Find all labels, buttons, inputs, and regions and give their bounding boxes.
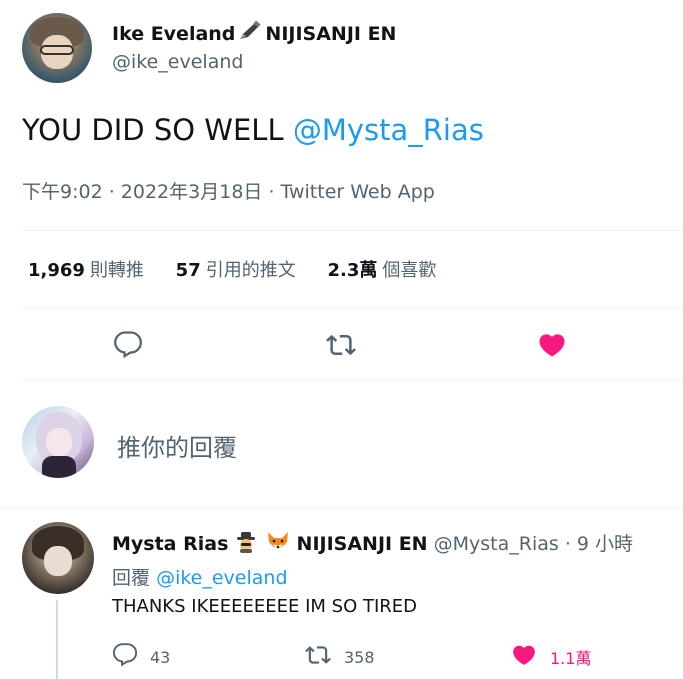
author-name[interactable]: Ike Eveland NIJISANJI EN <box>112 20 396 47</box>
user-avatar[interactable] <box>22 406 94 478</box>
quote-count-value: 57 <box>175 260 201 281</box>
divider <box>22 308 683 309</box>
quote-count[interactable]: 57 引用的推文 <box>176 260 296 281</box>
reply-text: THANKS IKEEEEEEEE IM SO TIRED <box>112 596 417 617</box>
reply-like-count: 1.1萬 <box>550 649 592 668</box>
retweet-button[interactable] <box>321 325 361 365</box>
reply-author-avatar[interactable] <box>22 522 94 594</box>
author-affiliation: NIJISANJI EN <box>265 23 397 45</box>
author-handle[interactable]: @ike_eveland <box>112 51 243 73</box>
reply-icon <box>113 330 143 360</box>
retweet-count-label: 則轉推 <box>89 260 144 281</box>
divider <box>22 380 683 381</box>
retweet-count[interactable]: 1,969 則轉推 <box>28 260 144 281</box>
replying-to-link[interactable]: @ike_eveland <box>156 567 287 589</box>
like-count-value: 2.3萬 <box>327 260 378 281</box>
reply-retweet-count: 358 <box>344 647 375 667</box>
reply-reply-count: 43 <box>150 647 171 667</box>
tweet-timestamp[interactable]: 下午9:02 · 2022年3月18日 · Twitter Web App <box>22 177 435 204</box>
like-count-label: 個喜歡 <box>382 260 437 281</box>
reply-author-name[interactable]: Mysta Rias <box>112 533 228 555</box>
mention-link[interactable]: @Mysta_Rias <box>293 113 484 147</box>
reply-author-affiliation: NIJISANJI EN <box>296 533 428 555</box>
reply-time[interactable]: · 9 小時 <box>565 533 633 555</box>
reply-button[interactable] <box>108 325 148 365</box>
reply-retweet-button[interactable]: 358 <box>304 642 375 672</box>
reply-author-header[interactable]: Mysta Rias NIJISANJI EN @Mysta_Rias · 9 … <box>112 529 633 559</box>
author-avatar[interactable] <box>22 13 92 83</box>
tweet-body: YOU DID SO WELL <box>22 113 293 147</box>
retweet-icon <box>304 642 344 672</box>
replying-to: 回覆 @ike_eveland <box>112 563 288 590</box>
fox-emoji-icon <box>265 530 291 559</box>
heart-filled-icon <box>537 330 567 360</box>
like-button[interactable] <box>532 325 572 365</box>
pen-icon <box>237 20 263 47</box>
reply-input[interactable]: 推你的回覆 <box>117 428 237 463</box>
retweet-icon <box>325 330 357 360</box>
reply-author-handle[interactable]: @Mysta_Rias <box>434 533 559 555</box>
retweet-count-value: 1,969 <box>28 260 85 281</box>
reply-icon <box>112 642 150 672</box>
like-count[interactable]: 2.3萬 個喜歡 <box>327 260 436 281</box>
quote-count-label: 引用的推文 <box>205 260 296 281</box>
tweet-text: YOU DID SO WELL @Mysta_Rias <box>22 113 484 147</box>
reply-reply-button[interactable]: 43 <box>112 642 170 672</box>
heart-filled-icon <box>510 642 550 672</box>
divider <box>22 230 683 231</box>
replying-label: 回覆 <box>112 567 151 589</box>
thread-line <box>56 600 58 679</box>
detective-emoji-icon <box>234 530 258 559</box>
tweet-stats: 1,969 則轉推 57 引用的推文 2.3萬 個喜歡 <box>28 256 462 282</box>
author-name-text: Ike Eveland <box>112 23 236 45</box>
reply-like-button[interactable]: 1.1萬 <box>510 642 591 672</box>
divider <box>0 507 683 508</box>
